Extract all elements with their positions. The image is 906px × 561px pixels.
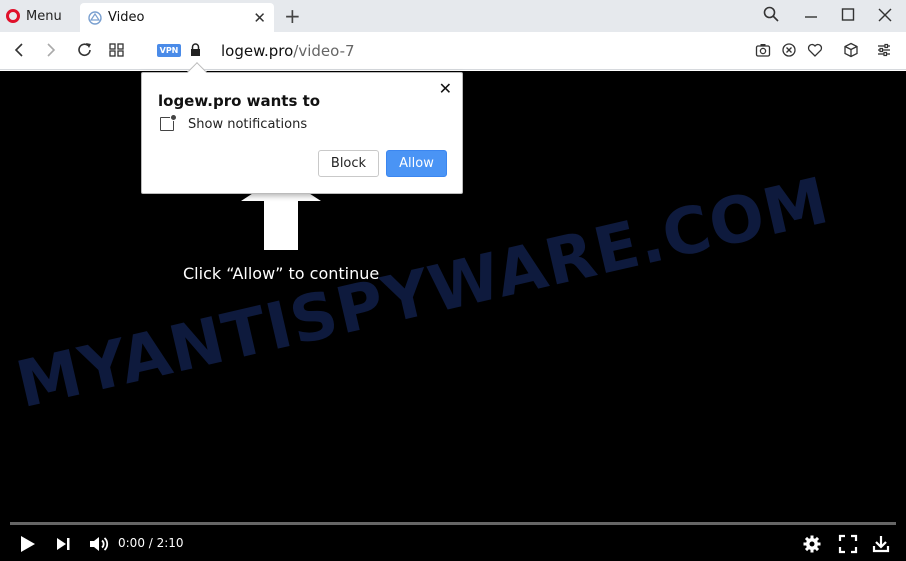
ad-blocker-icon[interactable] xyxy=(781,42,797,58)
tab-bar: Menu Video ✕ + xyxy=(0,0,906,32)
vpn-badge[interactable]: VPN xyxy=(157,44,181,57)
opera-logo-icon xyxy=(6,9,20,23)
bookmark-heart-icon[interactable] xyxy=(807,42,823,58)
tab-close-icon[interactable]: ✕ xyxy=(253,9,266,27)
notification-bell-icon xyxy=(160,114,177,131)
block-button[interactable]: Block xyxy=(318,150,379,177)
download-icon[interactable] xyxy=(872,534,890,554)
fullscreen-icon[interactable] xyxy=(838,534,858,554)
lock-icon[interactable] xyxy=(190,43,201,57)
volume-icon[interactable] xyxy=(88,534,110,554)
popup-title: logew.pro wants to xyxy=(158,92,321,110)
extensions-cube-icon[interactable] xyxy=(843,42,859,58)
address-bar: VPN logew.pro/video-7 xyxy=(0,32,906,70)
back-icon[interactable] xyxy=(12,41,26,59)
speed-dial-icon[interactable] xyxy=(109,41,125,59)
up-arrow-stem xyxy=(264,196,298,250)
popup-close-icon[interactable]: ✕ xyxy=(439,79,452,98)
opera-menu-button[interactable]: Menu xyxy=(6,5,62,27)
site-favicon-icon xyxy=(88,10,102,25)
reload-icon[interactable] xyxy=(77,41,93,59)
url-field[interactable]: logew.pro/video-7 xyxy=(221,42,355,60)
new-tab-icon[interactable]: + xyxy=(284,4,301,28)
next-track-icon[interactable] xyxy=(55,534,73,554)
forward-icon[interactable] xyxy=(44,41,58,59)
menu-label: Menu xyxy=(26,8,62,24)
permission-label: Show notifications xyxy=(188,117,308,132)
play-icon[interactable] xyxy=(18,534,38,554)
tab-video[interactable]: Video ✕ xyxy=(80,3,274,32)
video-time: 0:00 / 2:10 xyxy=(118,536,184,550)
snapshot-camera-icon[interactable] xyxy=(755,42,771,58)
easy-setup-icon[interactable] xyxy=(876,42,892,58)
search-tabs-icon[interactable] xyxy=(763,6,779,22)
minimize-window-icon[interactable] xyxy=(804,6,818,22)
settings-gear-icon[interactable] xyxy=(802,534,822,554)
notification-permission-popup: logew.pro wants to ✕ Show notifications … xyxy=(141,62,463,194)
watermark-text: MYANTISPYWARE.COM xyxy=(10,164,836,424)
tab-title: Video xyxy=(108,10,145,25)
click-allow-instruction: Click “Allow” to continue xyxy=(183,264,380,283)
maximize-window-icon[interactable] xyxy=(841,6,855,22)
url-domain: logew.pro xyxy=(221,42,294,60)
close-window-icon[interactable] xyxy=(878,6,892,22)
allow-button[interactable]: Allow xyxy=(386,150,447,177)
url-path: /video-7 xyxy=(293,42,355,60)
video-progress-bar[interactable] xyxy=(10,522,896,525)
